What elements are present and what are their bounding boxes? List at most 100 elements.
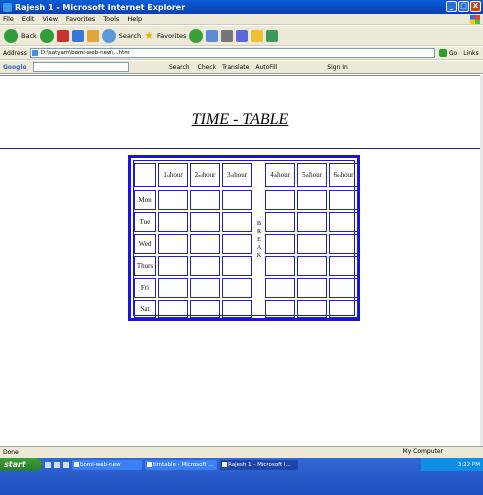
google-search-input[interactable] xyxy=(33,62,129,72)
refresh-icon[interactable] xyxy=(71,29,84,42)
taskbar: start bomi-web-new timtable - Microsoft … xyxy=(0,458,483,495)
page-content: TIME - TABLE B R E A K 1st hour 2nd hour 3rd… xyxy=(0,75,480,446)
taskbar-item-word[interactable]: timtable - Microsoft ... xyxy=(145,459,217,470)
address-input[interactable]: D:\satyam\bomi-web-new\...htm xyxy=(29,48,435,58)
timetable-cell xyxy=(158,190,188,210)
window-title: Rajesh 1 - Microsoft Internet Explorer xyxy=(15,2,186,12)
menu-view[interactable]: View xyxy=(42,15,57,23)
hour-word: hour xyxy=(309,171,322,179)
break-letter: B xyxy=(256,221,261,227)
status-zone: My Computer xyxy=(402,448,443,455)
break-letter: A xyxy=(256,245,262,251)
mail-icon[interactable] xyxy=(206,29,219,42)
taskbar-item-ie[interactable]: Rajesh 1 - Microsoft I... xyxy=(220,459,298,470)
edit-icon[interactable] xyxy=(236,29,249,42)
hour-word: hour xyxy=(234,171,248,179)
google-translate-button[interactable]: Translate xyxy=(222,64,249,71)
timetable-cell xyxy=(190,300,220,318)
links-button[interactable]: Links xyxy=(463,50,478,57)
back-label[interactable]: Back xyxy=(21,32,37,40)
favorites-label[interactable]: Favorites xyxy=(157,32,186,40)
hour-header: 1st hour xyxy=(158,163,188,187)
print-icon[interactable] xyxy=(221,29,234,42)
break-column: B R E A K xyxy=(253,161,265,319)
timetable-cell xyxy=(297,278,327,298)
go-button[interactable]: Go xyxy=(449,50,457,57)
minimize-button[interactable]: _ xyxy=(446,1,457,12)
timetable-cell xyxy=(297,256,327,276)
hour-word: hour xyxy=(169,171,183,179)
timetable-cell xyxy=(329,300,358,318)
timetable-cell xyxy=(265,212,295,232)
page-title: TIME - TABLE xyxy=(191,111,289,128)
timetable-cell xyxy=(265,190,295,210)
google-toolbar: Google Search Check Translate AutoFill S… xyxy=(0,61,483,74)
tray-clock: 3:22 PM xyxy=(457,461,480,468)
timetable-cell xyxy=(158,256,188,276)
timetable-cell xyxy=(297,190,327,210)
timetable-cell xyxy=(158,212,188,232)
timetable-cell xyxy=(265,300,295,318)
home-icon[interactable] xyxy=(86,29,99,42)
day-label: Thurs xyxy=(134,256,156,276)
go-arrow-icon[interactable] xyxy=(438,49,447,57)
google-check-button[interactable]: Check xyxy=(198,64,216,71)
back-arrow-icon[interactable] xyxy=(4,28,18,43)
start-button[interactable]: start xyxy=(0,458,42,471)
forward-arrow-icon[interactable] xyxy=(39,28,54,43)
timetable-cell xyxy=(222,234,252,254)
close-button[interactable]: X xyxy=(470,1,481,12)
menu-help[interactable]: Help xyxy=(127,15,142,23)
timetable-cell xyxy=(190,234,220,254)
day-label: Mon xyxy=(134,190,156,210)
menu-file[interactable]: File xyxy=(3,15,14,23)
folder-icon[interactable] xyxy=(251,29,264,42)
timetable-cell xyxy=(222,212,252,232)
menu-edit[interactable]: Edit xyxy=(22,15,35,23)
hour-header: 6th hour xyxy=(329,163,358,187)
timetable-cell xyxy=(329,234,358,254)
timetable-cell xyxy=(329,190,358,210)
timetable-cell xyxy=(265,256,295,276)
timetable-cell xyxy=(265,234,295,254)
history-icon[interactable] xyxy=(189,28,204,43)
quicklaunch-media-icon[interactable] xyxy=(63,461,69,468)
hour-word: hour xyxy=(340,171,354,179)
system-tray: 3:22 PM xyxy=(421,458,483,471)
timetable: B R E A K 1st hour 2nd hour 3rd hour 4th hour 5 t… xyxy=(128,155,360,321)
google-autofill-button[interactable]: AutoFill xyxy=(255,64,277,71)
address-bar: Address D:\satyam\bomi-web-new\...htm Go… xyxy=(0,47,483,60)
quicklaunch-desktop-icon[interactable] xyxy=(45,461,51,468)
timetable-cell xyxy=(329,278,358,298)
maximize-button[interactable]: □ xyxy=(458,1,469,12)
break-letter: R xyxy=(256,229,261,235)
hour-word: hour xyxy=(202,171,216,179)
timetable-cell xyxy=(190,278,220,298)
timetable-cell xyxy=(190,212,220,232)
menu-tools[interactable]: Tools xyxy=(103,15,119,23)
timetable-cell xyxy=(329,256,358,276)
quicklaunch-ie-icon[interactable] xyxy=(54,461,60,468)
status-bar: Done My Computer xyxy=(0,446,483,458)
google-search-button[interactable]: Search xyxy=(169,64,190,71)
messenger-icon[interactable] xyxy=(266,29,279,42)
timetable-grid: B R E A K 1st hour 2nd hour 3rd hour 4th hour 5 t… xyxy=(133,160,358,319)
search-label[interactable]: Search xyxy=(119,32,141,40)
timetable-cell xyxy=(158,300,188,318)
window-title-bar: Rajesh 1 - Microsoft Internet Explorer _… xyxy=(0,0,483,14)
taskbar-item-folder[interactable]: bomi-web-new xyxy=(72,459,142,470)
break-letter: E xyxy=(257,237,261,243)
status-text: Done xyxy=(3,449,19,456)
day-label: Fri xyxy=(134,278,156,298)
stop-icon[interactable] xyxy=(56,29,69,42)
favorites-star-icon[interactable]: ★ xyxy=(144,29,154,42)
timetable-cell xyxy=(297,212,327,232)
search-icon[interactable] xyxy=(101,28,116,43)
hour-header: 2nd hour xyxy=(190,163,220,187)
break-letter: K xyxy=(256,253,262,259)
google-sign-in-button[interactable]: Sign In xyxy=(327,64,348,71)
day-label: Tue xyxy=(134,212,156,232)
menu-favorites[interactable]: Favorites xyxy=(66,15,95,23)
horizontal-rule xyxy=(0,148,480,149)
corner-cell xyxy=(134,163,156,187)
